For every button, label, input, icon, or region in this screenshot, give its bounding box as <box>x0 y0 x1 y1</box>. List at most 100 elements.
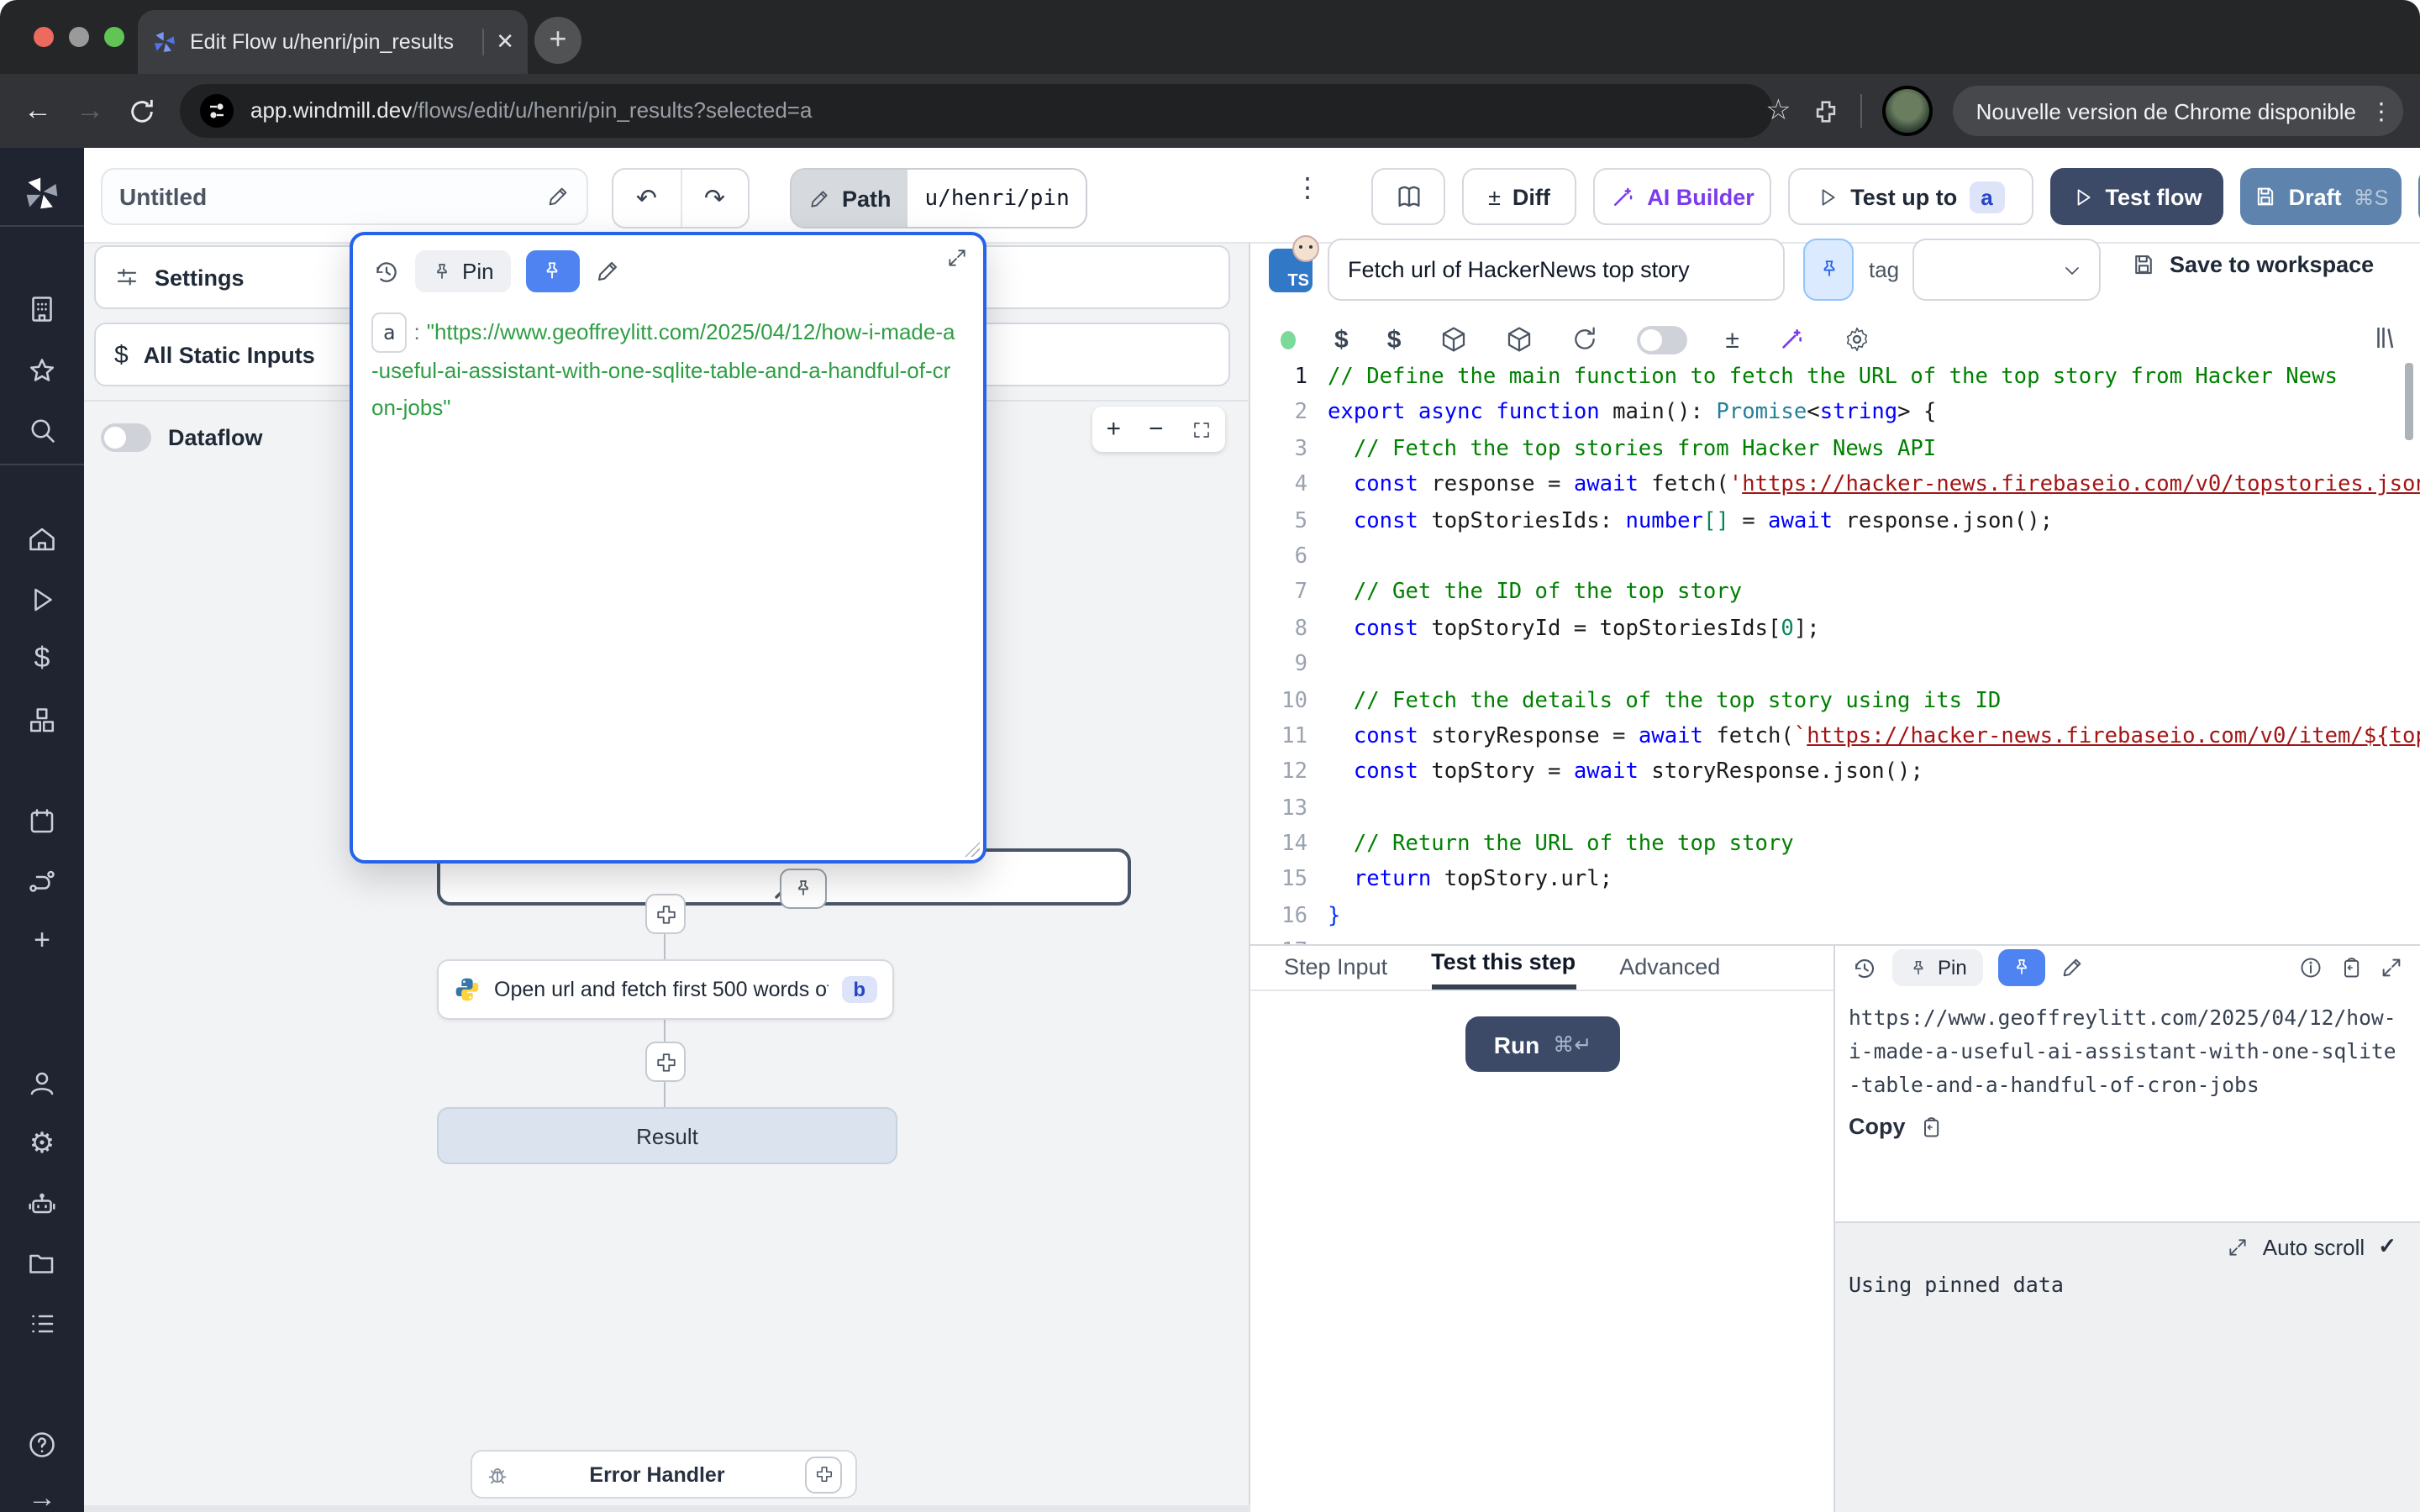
sidebar-item-home[interactable] <box>0 514 84 564</box>
code-line[interactable]: 4 const response = await fetch('https://… <box>1250 467 2420 503</box>
edit-pencil-icon[interactable] <box>2061 956 2085 979</box>
sidebar-item-play[interactable] <box>0 575 84 625</box>
flow-name-field[interactable]: Untitled <box>101 168 588 225</box>
code-line[interactable]: 1// Define the main function to fetch th… <box>1250 360 2420 396</box>
docs-button[interactable] <box>1371 168 1445 225</box>
close-tab-icon[interactable]: ✕ <box>496 29 514 55</box>
clipboard-icon[interactable] <box>2339 956 2363 979</box>
flow-node-result[interactable]: Result <box>437 1107 897 1164</box>
sidebar-item-folder[interactable] <box>0 1238 84 1289</box>
auto-scroll-control[interactable]: Auto scroll ✓ <box>2228 1233 2396 1260</box>
node-a-pin-badge[interactable] <box>780 869 827 909</box>
sidebar-item-plus[interactable]: + <box>0 916 84 966</box>
code-line[interactable]: 11 const storyResponse = await fetch(`ht… <box>1250 719 2420 755</box>
code-line[interactable]: 5 const topStoriesIds: number[] = await … <box>1250 503 2420 539</box>
package-icon[interactable] <box>1505 326 1532 353</box>
sidebar-item-star[interactable] <box>0 346 84 396</box>
sidebar-item-list[interactable] <box>0 1299 84 1349</box>
new-tab-button[interactable]: + <box>534 17 581 64</box>
close-window-button[interactable] <box>34 27 54 47</box>
code-line[interactable]: 9 <box>1250 647 2420 683</box>
sidebar-item-gear[interactable]: ⚙ <box>0 1119 84 1169</box>
editor-toggle[interactable] <box>1636 325 1686 354</box>
insert-step-button[interactable] <box>645 1042 686 1082</box>
ai-assistant-icon[interactable] <box>1778 326 1805 353</box>
chrome-update-pill[interactable]: Nouvelle version de Chrome disponible ⋮ <box>1953 86 2403 136</box>
sidebar-item-arrow-right[interactable]: → <box>0 1473 84 1512</box>
minimize-window-button[interactable] <box>69 27 89 47</box>
tag-select[interactable] <box>1912 239 2101 301</box>
sidebar-item-person[interactable] <box>0 1058 84 1109</box>
forward-button[interactable]: → <box>76 94 104 128</box>
sidebar-item-calendar[interactable] <box>0 796 84 847</box>
code-line[interactable]: 12 const topStory = await storyResponse.… <box>1250 755 2420 791</box>
pin-toggle-button[interactable]: Pin <box>1892 949 1984 986</box>
package-icon[interactable] <box>1439 326 1466 353</box>
code-line[interactable]: 13 <box>1250 790 2420 827</box>
code-line[interactable]: 15 return topStory.url; <box>1250 863 2420 899</box>
edit-pencil-icon[interactable] <box>595 259 620 284</box>
gear-icon[interactable] <box>1844 326 1870 353</box>
run-button[interactable]: Run ⌘↵ <box>1465 1016 1620 1072</box>
profile-avatar[interactable] <box>1882 86 1933 136</box>
test-flow-button[interactable]: Test flow <box>2050 168 2223 225</box>
tab-step-input[interactable]: Step Input <box>1284 954 1387 990</box>
pin-toggle-button[interactable]: Pin <box>415 250 511 292</box>
ai-builder-button[interactable]: AI Builder <box>1593 168 1771 225</box>
sidebar-item-help[interactable] <box>0 1420 84 1470</box>
history-icon[interactable] <box>373 258 400 285</box>
diff-mode-icon[interactable]: ± <box>1725 325 1739 354</box>
sidebar-item-robot[interactable] <box>0 1179 84 1230</box>
code-line[interactable]: 8 const topStoryId = topStoriesIds[0]; <box>1250 611 2420 647</box>
expand-icon[interactable] <box>946 247 968 269</box>
sidebar-item-search[interactable] <box>0 405 84 455</box>
copy-button[interactable]: Copy <box>1849 1114 1943 1139</box>
sidebar-item-building[interactable] <box>0 284 84 334</box>
tab-advanced[interactable]: Advanced <box>1619 954 1720 990</box>
history-icon[interactable] <box>1852 955 1877 980</box>
undo-button[interactable]: ↶ <box>613 170 681 227</box>
sidebar-item-dollar[interactable]: $ <box>0 633 84 684</box>
edit-name-pencil-icon[interactable] <box>546 185 570 208</box>
code-line[interactable]: 2export async function main(): Promise<s… <box>1250 396 2420 432</box>
sidebar-item-cubes[interactable] <box>0 696 84 746</box>
variables-icon[interactable]: $ <box>1387 325 1402 354</box>
draft-button[interactable]: Draft ⌘S <box>2240 168 2402 225</box>
code-editor[interactable]: 1// Define the main function to fetch th… <box>1250 360 2420 944</box>
browser-tab[interactable]: Edit Flow u/henri/pin_results ✕ <box>138 10 528 74</box>
code-line[interactable]: 7 // Get the ID of the top story <box>1250 575 2420 612</box>
resize-handle[interactable] <box>965 842 980 857</box>
step-pin-button[interactable] <box>1803 239 1854 301</box>
tab-test-this-step[interactable]: Test this step <box>1431 949 1576 990</box>
reset-icon[interactable] <box>1570 326 1597 353</box>
add-error-handler-button[interactable] <box>805 1456 842 1493</box>
site-settings-icon[interactable] <box>200 94 234 128</box>
code-line[interactable]: 3 // Fetch the top stories from Hacker N… <box>1250 432 2420 468</box>
back-button[interactable]: ← <box>24 94 52 128</box>
code-line[interactable]: 14 // Return the URL of the top story <box>1250 827 2420 863</box>
code-scrollbar[interactable] <box>2405 363 2413 440</box>
bookmark-star-icon[interactable]: ☆ <box>1765 94 1791 128</box>
reload-button[interactable] <box>128 97 156 125</box>
windmill-logo[interactable] <box>0 168 84 218</box>
diff-button[interactable]: ±Diff <box>1462 168 1576 225</box>
dataflow-toggle[interactable] <box>101 423 151 452</box>
code-line[interactable]: 17 <box>1250 935 2420 945</box>
info-icon[interactable] <box>2299 956 2323 979</box>
zoom-out-button[interactable]: − <box>1149 415 1164 444</box>
zoom-in-button[interactable]: + <box>1106 415 1121 444</box>
step-summary-input[interactable]: Fetch url of HackerNews top story <box>1328 239 1785 301</box>
path-pill[interactable]: Path u/henri/pin <box>790 168 1088 228</box>
extensions-icon[interactable] <box>1812 97 1840 125</box>
redo-button[interactable]: ↷ <box>681 170 748 227</box>
insert-step-button[interactable] <box>645 894 686 934</box>
address-bar[interactable]: app.windmill.dev/flows/edit/u/henri/pin_… <box>180 84 1773 138</box>
save-to-workspace-button[interactable]: Save to workspace <box>2131 252 2374 277</box>
code-line[interactable]: 10 // Fetch the details of the top story… <box>1250 683 2420 719</box>
topbar-kebab-icon[interactable]: ⋮ <box>1294 171 1321 205</box>
flow-node-b[interactable]: Open url and fetch first 500 words of ..… <box>437 959 894 1020</box>
pin-active-button[interactable] <box>1999 949 2046 986</box>
code-line[interactable]: 16} <box>1250 899 2420 935</box>
expand-icon[interactable] <box>2380 956 2403 979</box>
fit-view-icon[interactable] <box>1191 419 1211 439</box>
